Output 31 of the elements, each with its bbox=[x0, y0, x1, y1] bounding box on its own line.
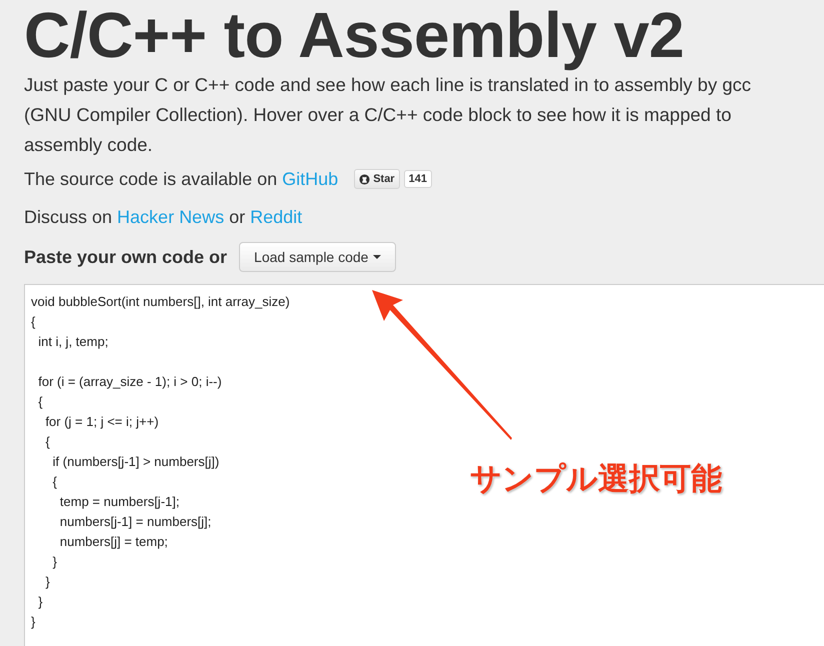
code-line: temp = numbers[j-1]; bbox=[58, 494, 180, 509]
reddit-link[interactable]: Reddit bbox=[250, 206, 302, 226]
code-line: { bbox=[52, 474, 58, 489]
code-line: numbers[j] = temp; bbox=[58, 534, 168, 549]
code-line: int i, j, temp; bbox=[37, 334, 108, 349]
code-line: for (j = 1; j <= i; j++) bbox=[44, 414, 159, 429]
code-line: } bbox=[31, 614, 36, 629]
annotation-text: サンプル選択可能 bbox=[470, 460, 722, 499]
star-count: 141 bbox=[404, 170, 432, 188]
github-link[interactable]: GitHub bbox=[282, 168, 338, 188]
code-line: } bbox=[44, 574, 50, 589]
intro-paragraph: Just paste your C or C++ code and see how each line is translated in to assembly by gcc (GNU Compiler Collection). Hover over a C/C++ code block to see how it is mapped to assembly code. bbox=[24, 73, 752, 157]
code-line: { bbox=[44, 434, 50, 449]
code-line: if (numbers[j-1] > numbers[j]) bbox=[52, 454, 220, 469]
code-line: { bbox=[37, 394, 43, 409]
code-line: } bbox=[37, 594, 43, 609]
caret-icon bbox=[373, 255, 382, 259]
star-button[interactable]: Star bbox=[354, 169, 400, 189]
code-line: for (i = (array_size - 1); i > 0; i--) bbox=[37, 374, 222, 389]
code-line: } bbox=[52, 554, 58, 569]
hacker-news-link[interactable]: Hacker News bbox=[117, 206, 224, 226]
source-text: The source code is available on GitHub bbox=[24, 168, 338, 190]
code-line: void bubbleSort(int numbers[], int array_size) bbox=[31, 294, 290, 309]
load-sample-button[interactable]: Load sample code bbox=[239, 242, 396, 272]
code-editor[interactable] bbox=[24, 284, 824, 646]
code-line: numbers[j-1] = numbers[j]; bbox=[58, 514, 212, 529]
page-title: C/C++ to Assembly v2 bbox=[24, 0, 685, 68]
paste-label: Paste your own code or bbox=[24, 246, 228, 268]
github-icon bbox=[359, 174, 370, 184]
code-line: { bbox=[31, 314, 36, 329]
discuss-text: Discuss on Hacker News or Reddit bbox=[24, 206, 302, 228]
